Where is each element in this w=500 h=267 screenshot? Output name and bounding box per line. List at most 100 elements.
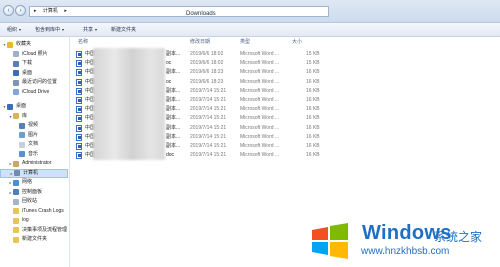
sidebar-item[interactable]: ▸ 计算机 — [0, 168, 68, 178]
sidebar-item[interactable]: ▸ Administrator — [0, 159, 51, 168]
new-folder-button[interactable]: 新建文件夹 — [111, 26, 136, 34]
sidebar-item-label: Administrator — [22, 160, 52, 166]
sidebar-item-label: iCloud 照片 — [22, 50, 48, 57]
word-document-icon — [76, 69, 82, 77]
file-date: 2019/6/6 18:02 — [190, 60, 224, 67]
folder-icon — [13, 236, 19, 243]
sidebar-item[interactable]: 决策事项及流程管理 — [0, 226, 67, 235]
address-segment-2[interactable]: ▸ — [64, 7, 67, 16]
sidebar-item[interactable]: ▾ 桌面 — [0, 102, 26, 111]
column-header-date[interactable]: 修改日期 — [190, 38, 210, 47]
back-button[interactable]: ‹ — [3, 5, 14, 16]
sidebar-item-label: 回收站 — [22, 198, 38, 204]
file-size: 16 KB — [306, 133, 320, 140]
file-date: 2019/7/14 15:21 — [190, 124, 227, 131]
address-segment-1[interactable]: 计算机 — [43, 7, 58, 16]
folder-icon — [13, 189, 19, 195]
navigation-pane[interactable]: ▾ 收藏夹 iCloud 照片 下载桌面 最近访问的位置 iCloud Drive ▾ 桌面 ▾… — [0, 37, 70, 267]
folder-icon — [13, 113, 19, 119]
chevron-down-icon: ▾ — [95, 27, 98, 32]
file-type: Microsoft Word ... — [240, 60, 280, 67]
folder-icon — [13, 79, 19, 86]
sidebar-item-label: 文档 — [28, 141, 39, 147]
column-header-type[interactable]: 类型 — [240, 38, 250, 47]
sidebar-item[interactable]: 回收站 — [0, 197, 37, 206]
folder-icon — [13, 60, 19, 67]
file-name-suffix: 副本... — [166, 51, 181, 57]
sidebar-item-label: iTunes Crash Logs — [22, 207, 64, 214]
word-document-icon — [76, 115, 82, 123]
sidebar-item-label: 最近访问的位置 — [22, 79, 58, 85]
word-document-icon — [76, 97, 82, 104]
sidebar-item[interactable]: 最近访问的位置 — [0, 78, 57, 87]
sidebar-item[interactable]: 下载 — [0, 59, 32, 68]
sidebar-item[interactable]: 音乐 — [0, 150, 38, 159]
folder-icon — [13, 198, 19, 205]
sidebar-item-label: 网络 — [22, 179, 33, 185]
file-type: Microsoft Word ... — [240, 78, 280, 85]
file-type: Microsoft Word ... — [240, 69, 280, 76]
column-header-size[interactable]: 大小 — [292, 38, 302, 47]
file-date: 2019/6/6 18:23 — [190, 69, 224, 76]
sidebar-item-label: 音乐 — [28, 150, 39, 157]
file-size: 16 KB — [306, 106, 320, 113]
redaction-blur — [93, 48, 165, 160]
word-document-icon — [76, 51, 82, 58]
sidebar-item[interactable]: 视频 — [0, 121, 38, 130]
sidebar-item[interactable]: ▸ 控制面板 — [0, 188, 42, 197]
sidebar-item[interactable]: 新建文件夹 — [0, 235, 47, 244]
sidebar-item[interactable]: 图片 — [0, 131, 38, 140]
sidebar-item[interactable]: iTunes Crash Logs — [0, 207, 64, 216]
file-size: 15 KB — [306, 51, 320, 57]
title-bar: ‹ › ▸ 计算机 ▸ Downloads — [0, 0, 500, 23]
watermark-cn: 系统之家 — [434, 230, 483, 244]
folder-icon — [19, 141, 25, 148]
file-size: 16 KB — [306, 115, 320, 122]
sidebar-item-label: 图片 — [28, 131, 39, 138]
file-name-suffix: oc — [166, 60, 172, 67]
share-button[interactable]: 共享 ▾ — [83, 26, 97, 34]
file-type: Microsoft Word ... — [240, 133, 280, 140]
column-headers: 名称 修改日期 类型 大小 — [74, 38, 314, 47]
file-size: 16 KB — [306, 69, 320, 76]
sidebar-item[interactable]: iCloud Drive — [0, 88, 49, 97]
command-bar: 组织 ▾ 包含到库中 ▾ 共享 ▾ 新建文件夹 — [0, 23, 500, 37]
address-bar[interactable]: ▸ 计算机 ▸ — [29, 6, 329, 17]
sidebar-item[interactable]: 桌面 — [0, 69, 32, 78]
include-in-library-button[interactable]: 包含到库中 ▾ — [35, 26, 64, 34]
sidebar-item[interactable]: 文档 — [0, 140, 38, 149]
file-name-suffix: 副本... — [166, 124, 181, 131]
word-document-icon — [76, 124, 82, 132]
windows-logo-icon — [312, 223, 348, 259]
forward-button[interactable]: › — [15, 5, 26, 16]
file-size: 16 KB — [306, 97, 320, 103]
address-segment-0[interactable]: ▸ — [34, 7, 37, 16]
file-name-suffix: doc — [166, 152, 175, 159]
file-type: Microsoft Word ... — [240, 87, 280, 94]
folder-icon — [19, 151, 25, 157]
sidebar-item-label: 收藏夹 — [16, 41, 32, 47]
chevron-down-icon: ▾ — [62, 27, 65, 32]
sidebar-item-label: 视频 — [28, 122, 39, 128]
file-size: 16 KB — [306, 87, 320, 94]
sidebar-item-label: 库 — [22, 112, 28, 119]
file-type: Microsoft Word ... — [240, 143, 280, 149]
sidebar-item-label: 控制面板 — [22, 188, 43, 195]
sidebar-item-label: 下载 — [22, 60, 33, 66]
file-name-suffix: oc — [166, 78, 172, 85]
sidebar-item[interactable]: iCloud 照片 — [0, 50, 48, 59]
file-date: 2019/7/14 15:21 — [190, 106, 227, 113]
file-date: 2019/7/14 15:21 — [190, 97, 227, 103]
organize-button[interactable]: 组织 ▾ — [7, 26, 21, 34]
sidebar-item[interactable]: log — [0, 216, 29, 225]
file-type: Microsoft Word ... — [240, 152, 280, 159]
word-document-icon — [76, 87, 82, 95]
folder-icon — [13, 227, 19, 233]
folder-icon — [7, 41, 13, 48]
folder-icon — [13, 160, 19, 167]
file-name-suffix: 副本... — [166, 87, 181, 94]
sidebar-item[interactable]: ▾ 库 — [0, 112, 27, 121]
column-header-name[interactable]: 名称 — [78, 38, 88, 47]
sidebar-item[interactable]: ▸ 网络 — [0, 178, 32, 187]
sidebar-item[interactable]: ▾ 收藏夹 — [0, 40, 31, 49]
